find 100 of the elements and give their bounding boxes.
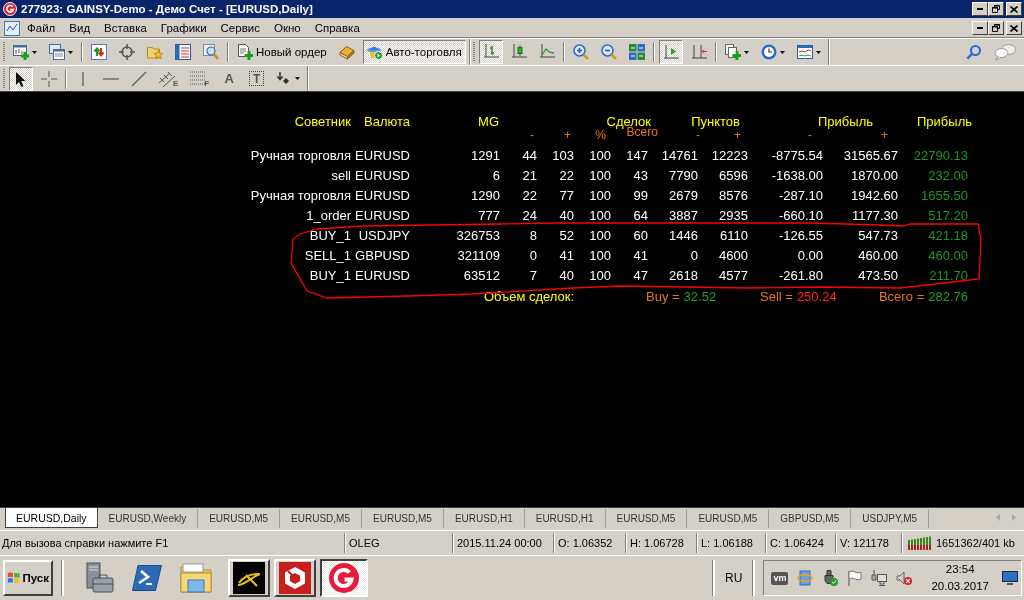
table-cell: -8775.54 [771, 147, 823, 163]
chart-tab[interactable]: EURUSD,Weekly [97, 509, 199, 528]
tray-badge[interactable]: vm [771, 571, 789, 585]
table-cell: GBPUSD [355, 247, 410, 263]
toolbar-button[interactable]: T [249, 71, 265, 86]
table-cell: 147 [626, 147, 648, 163]
chart-tab[interactable]: EURUSD,M5 [687, 509, 770, 528]
summary-label: Всего = [878, 288, 925, 304]
table-cell: 1_order [306, 207, 351, 223]
flag-icon[interactable] [847, 570, 863, 586]
table-cell: 3887 [669, 207, 698, 223]
status-text: O: 1.06352 [554, 533, 626, 553]
status-text: 1651362/401 kb [936, 537, 1015, 549]
minimize-icon [977, 27, 983, 29]
taskbar-button[interactable] [320, 559, 368, 597]
menu-item[interactable]: Сервис [213, 19, 267, 37]
minimize-button[interactable] [972, 2, 988, 16]
toolbar-handle[interactable] [472, 42, 475, 62]
table-cell: 100 [589, 247, 611, 263]
plug-monitor-icon[interactable] [871, 570, 888, 586]
table-cell: 232.00 [928, 167, 968, 183]
table-cell: BUY_1 [309, 227, 351, 243]
column-subheader: Всего [626, 126, 658, 141]
stacked-windows-icon [49, 44, 65, 60]
table-cell: 41 [559, 247, 574, 263]
table-cell: sell [331, 167, 351, 183]
table-cell: 2618 [669, 267, 698, 283]
toolbar-button[interactable]: F [186, 66, 214, 91]
restore-button[interactable] [988, 21, 1004, 35]
close-button[interactable] [1006, 21, 1022, 35]
toolbar-handle[interactable] [3, 42, 5, 62]
menu-item[interactable]: Вставка [97, 19, 154, 37]
table-cell: 14761 [661, 147, 698, 163]
toolbar-button[interactable]: E [155, 66, 183, 91]
chart-tab[interactable]: EURUSD,M5 [362, 509, 444, 528]
minimize-button[interactable] [972, 21, 988, 35]
table-cell: 4600 [719, 247, 748, 263]
language-indicator[interactable]: RU [723, 571, 745, 585]
table-cell: 1291 [471, 147, 500, 163]
plug-check-icon[interactable] [822, 570, 839, 586]
table-cell: 100 [589, 267, 611, 283]
table-cell: 44 [522, 147, 537, 163]
summary-label: Sell = [760, 288, 793, 304]
terminal-icon[interactable] [132, 565, 162, 591]
chart-window-icon[interactable] [4, 20, 20, 36]
chart-tab[interactable]: EURUSD,M5 [605, 509, 688, 528]
menu-item[interactable]: Окно [266, 19, 308, 37]
swoosh-logo-icon [233, 562, 265, 594]
zoom-out-icon [600, 44, 617, 60]
axis-play-icon [662, 44, 679, 60]
toolbar-handle[interactable] [3, 68, 5, 89]
candlestick-icon [510, 44, 527, 60]
chart-tab[interactable]: EURUSD,Daily [5, 508, 98, 528]
chart-tab[interactable]: GBPUSD,M5 [769, 509, 852, 528]
table-cell: 40 [559, 267, 574, 283]
table-cell: 31565.67 [843, 147, 898, 163]
toolbar-button[interactable] [9, 66, 33, 91]
window-orbit-icon[interactable] [797, 570, 814, 586]
toolbar-button[interactable]: A [217, 66, 242, 91]
zoom-in-icon [572, 44, 589, 60]
chart-tab[interactable]: EURUSD,H1 [524, 509, 606, 528]
table-cell: 24 [522, 207, 537, 223]
table-cell: 1942.60 [851, 187, 898, 203]
menu-item[interactable]: Файл [20, 19, 63, 37]
table-cell: Ручная торговля [250, 187, 351, 203]
table-cell: -1638.00 [771, 167, 823, 183]
table-cell: 6110 [720, 227, 748, 243]
table-cell: 421.18 [928, 227, 968, 243]
folder-icon[interactable] [180, 563, 212, 593]
four-color-flag-icon [7, 571, 21, 585]
table-cell: 0 [690, 247, 698, 263]
menu-item[interactable]: Вид [62, 19, 98, 37]
restore-button[interactable] [988, 2, 1004, 16]
chart-tab[interactable]: EURUSD,M5 [280, 509, 362, 528]
menu-item[interactable]: Справка [307, 19, 367, 37]
close-button[interactable] [1006, 2, 1022, 16]
table-cell: 460.00 [858, 247, 898, 263]
folder-star-icon [147, 44, 163, 60]
table-cell: 1177.30 [851, 207, 898, 223]
speaker-muted-icon[interactable] [896, 570, 913, 586]
table-cell: EURUSD [355, 187, 410, 203]
tile-windows-icon [628, 44, 645, 60]
menu-item[interactable]: Графики [153, 19, 214, 37]
summary-value: 250.24 [796, 288, 837, 304]
column-subheader: - [808, 129, 812, 144]
monitor-icon[interactable] [1002, 571, 1018, 585]
status-text: OLEG [345, 533, 453, 553]
ring-logo-icon [328, 562, 360, 594]
start-button[interactable]: Пуск [3, 560, 53, 596]
chart-tab[interactable]: USDJPY,M5 [851, 509, 930, 528]
table-cell: 100 [589, 167, 611, 183]
cursor-icon [15, 70, 27, 87]
table-cell: 77 [559, 187, 574, 203]
toolbar-button[interactable]: Авто-торговля [362, 40, 466, 64]
chart-tab[interactable]: EURUSD,H1 [443, 509, 525, 528]
bar-chart-icon [482, 44, 499, 60]
table-cell: EURUSD [355, 147, 410, 163]
summary-value: 282.76 [928, 288, 968, 304]
chart-tab[interactable]: EURUSD,M5 [198, 509, 281, 528]
toolbar-button[interactable]: Новый ордер [233, 40, 331, 64]
